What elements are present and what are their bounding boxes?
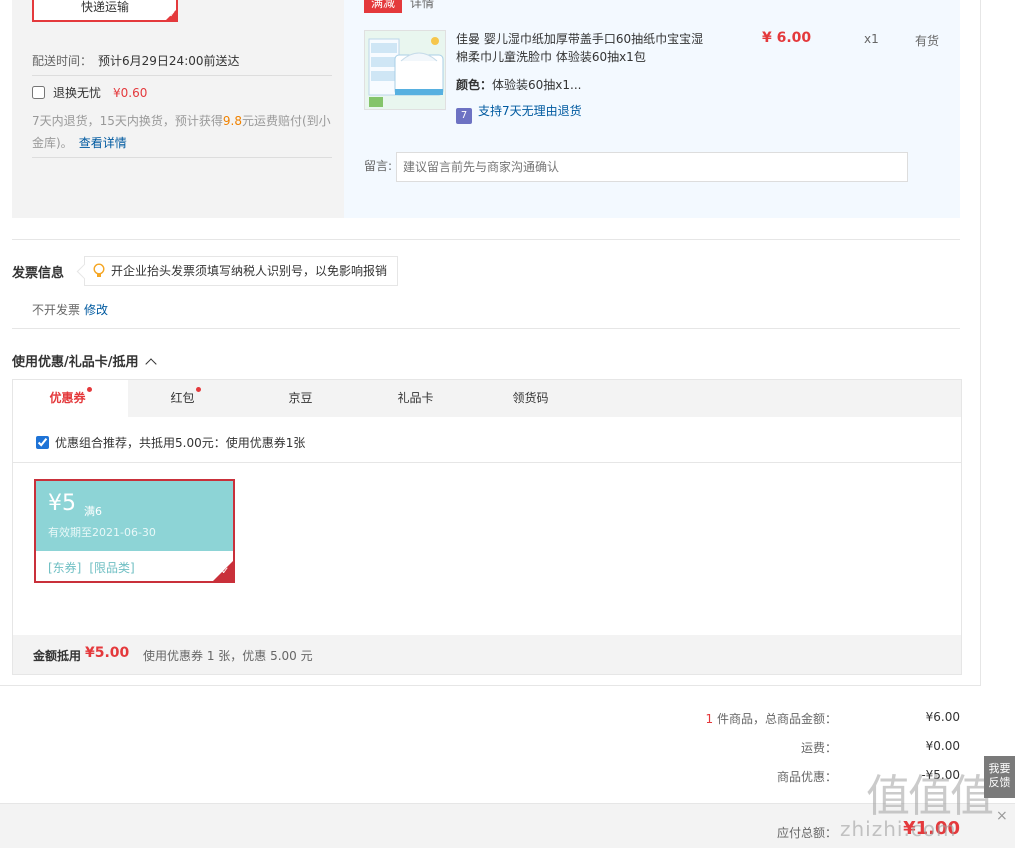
- divider: [32, 75, 332, 76]
- freight-value: ¥0.00: [925, 739, 960, 753]
- goods-count: 1: [705, 712, 714, 726]
- worry-free-option[interactable]: 退换无忧 ¥0.60: [32, 84, 147, 101]
- tab-red-packets[interactable]: 红包: [128, 380, 243, 417]
- worry-desc-amount: 9.8: [222, 114, 242, 128]
- coupon-amount: ¥5: [48, 491, 76, 516]
- chevron-up-icon: [144, 358, 157, 370]
- tab-gift-cards[interactable]: 礼品卡: [358, 380, 473, 417]
- product-color: 颜色：体验装60抽x1...: [456, 76, 581, 93]
- seven-day-label: 支持7天无理由退货: [478, 104, 582, 118]
- goods-total-value: ¥6.00: [925, 710, 960, 724]
- content-border: [980, 0, 981, 685]
- tab-coupons[interactable]: 优惠券: [13, 380, 128, 417]
- discount-summary-value: ¥5.00: [85, 645, 130, 661]
- coupon-expiry: 有效期至2021-06-30: [48, 526, 156, 539]
- seven-day-icon: 7: [456, 108, 472, 124]
- close-icon[interactable]: ×: [996, 808, 1008, 824]
- divider: [12, 328, 960, 329]
- freight-label: 运费：: [800, 741, 837, 755]
- tab-label: 优惠券: [49, 391, 86, 405]
- invoice-edit-link[interactable]: 修改: [84, 303, 108, 317]
- worry-free-label: 退换无忧: [53, 86, 102, 100]
- invoice-value-text: 不开发票: [32, 303, 81, 317]
- coupon-tags: [东券] [限品类]: [48, 559, 143, 576]
- discount-label: 商品优惠：: [776, 770, 837, 784]
- checkout-page: 快递运输 ✓ 配送时间： 预计6月29日24:00前送达 退换无忧 ¥0.60 7天…: [0, 0, 1015, 848]
- invoice-title: 发票信息: [12, 266, 65, 281]
- message-label: 留言:: [364, 159, 393, 173]
- product-price: ¥ 6.00: [762, 30, 812, 46]
- new-dot-icon: [195, 387, 201, 392]
- goods-total-label: 1 件商品，总商品金额：: [706, 710, 837, 727]
- divider: [32, 157, 332, 158]
- view-details-link[interactable]: 查看详情: [79, 136, 127, 150]
- shipping-panel: [12, 0, 344, 218]
- shipping-method-button[interactable]: 快递运输 ✓: [32, 0, 178, 22]
- worry-free-checkbox[interactable]: [32, 86, 45, 99]
- color-label: 颜色：: [456, 78, 493, 92]
- watermark-logo: 值值值: [866, 771, 994, 822]
- lightbulb-icon: [93, 263, 105, 277]
- coupon-condition: 满6: [84, 505, 102, 518]
- discount-section-title: 使用优惠/礼品卡/抵用: [12, 355, 139, 370]
- stock-status: 有货: [915, 34, 940, 48]
- divider: [13, 462, 961, 463]
- worry-desc-prefix: 7天内退货，15天内换货，预计获得: [32, 114, 223, 128]
- tab-pickup-codes[interactable]: 领货码: [473, 380, 588, 417]
- discount-summary-desc: 使用优惠券 1 张，优惠 5.00 元: [143, 649, 313, 663]
- divider: [12, 239, 960, 240]
- worry-free-description: 7天内退货，15天内换货，预计获得9.8元运费赔付(到小金库)。 查看详情: [32, 110, 332, 154]
- delivery-time: 配送时间： 预计6月29日24:00前送达: [32, 52, 240, 69]
- selected-check-icon: ✓: [213, 561, 233, 581]
- tab-label: 礼品卡: [397, 391, 434, 405]
- invoice-tip-text: 开企业抬头发票须填写纳税人识别号，以免影响报销: [111, 264, 388, 278]
- shipping-method-label: 快递运输: [80, 0, 129, 14]
- payable-label: 应付总额：: [776, 826, 837, 840]
- coupon-card[interactable]: ¥5 满6 有效期至2021-06-30 [东券] [限品类] ✓: [34, 479, 235, 583]
- promo-tag: 满减: [364, 0, 402, 13]
- discount-summary-label: 金额抵用: [33, 649, 82, 663]
- seven-day-return[interactable]: 7 支持7天无理由退货: [456, 102, 582, 124]
- delivery-time-label: 配送时间：: [32, 54, 93, 68]
- combo-recommend-option[interactable]: 优惠组合推荐，共抵用5.00元：使用优惠券1张: [36, 434, 305, 451]
- message-input[interactable]: [396, 152, 908, 182]
- color-value: 体验装60抽x1...: [492, 78, 582, 92]
- watermark-url: zhizhi.com: [840, 817, 957, 841]
- invoice-value: 不开发票 修改: [32, 301, 108, 318]
- tab-label: 领货码: [512, 391, 549, 405]
- selected-check-icon: ✓: [164, 8, 178, 22]
- product-thumbnail[interactable]: [364, 30, 446, 110]
- combo-recommend-checkbox[interactable]: [36, 436, 49, 449]
- new-dot-icon: [86, 387, 92, 392]
- tab-jd-beans[interactable]: 京豆: [243, 380, 358, 417]
- feedback-button[interactable]: 我要反馈: [984, 756, 1015, 798]
- delivery-time-value: 预计6月29日24:00前送达: [98, 54, 240, 68]
- goods-count-label: 件商品，总商品金额：: [716, 712, 837, 726]
- product-quantity: x1: [864, 32, 879, 46]
- product-name[interactable]: 佳曼 婴儿湿巾纸加厚带盖手口60抽纸巾宝宝湿棉柔巾儿童洗脸巾 体验装60抽x1包: [456, 30, 706, 66]
- tab-label: 红包: [170, 391, 195, 405]
- coupon-tag: [限品类]: [89, 561, 135, 575]
- promo-detail-link[interactable]: 详情: [410, 0, 434, 13]
- coupon-tag: [东券]: [48, 561, 82, 575]
- combo-recommend-text: 优惠组合推荐，共抵用5.00元：使用优惠券1张: [55, 436, 306, 450]
- tab-label: 京豆: [288, 391, 313, 405]
- invoice-tip: 开企业抬头发票须填写纳税人识别号，以免影响报销: [84, 256, 399, 286]
- discount-section-toggle[interactable]: 使用优惠/礼品卡/抵用: [12, 351, 157, 370]
- worry-free-price: ¥0.60: [113, 86, 148, 100]
- divider: [0, 685, 981, 686]
